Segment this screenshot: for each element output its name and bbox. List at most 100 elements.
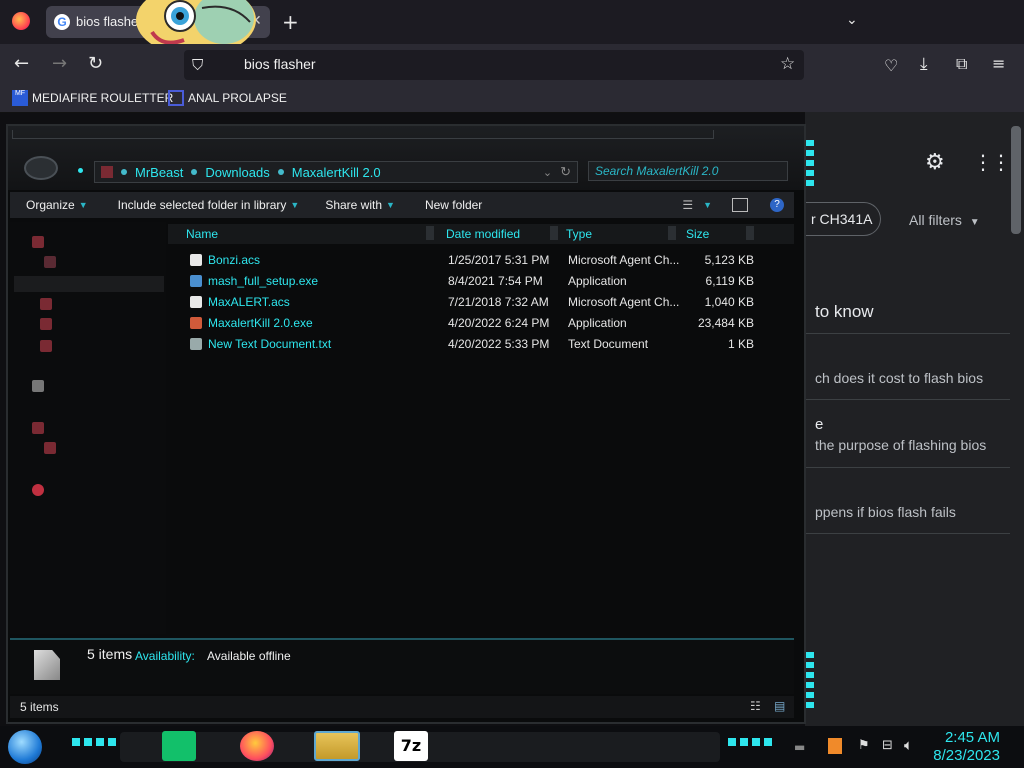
question-purpose[interactable]: the purpose of flashing bios [815, 437, 986, 453]
refresh-icon[interactable]: ↻ [560, 164, 571, 180]
pocket-icon[interactable]: ♡ [884, 56, 898, 75]
include-library-button[interactable]: Include selected folder in library ▼ [118, 198, 300, 212]
column-header: Name Date modified Type Size [168, 224, 794, 244]
nav-item[interactable] [32, 236, 152, 250]
bookmark-page-icon [168, 90, 184, 106]
shield-icon[interactable]: ⛉ [192, 56, 203, 74]
homegroup-icon [32, 380, 44, 392]
column-splitter[interactable] [426, 226, 434, 240]
column-date-modified[interactable]: Date modified [446, 227, 520, 241]
breadcrumb-downloads[interactable]: Downloads [205, 165, 269, 180]
extensions-icon[interactable]: ⧉ [956, 54, 967, 74]
nav-item[interactable] [32, 422, 152, 436]
frame-accent [806, 140, 814, 190]
settings-gear-icon[interactable]: ⚙ [925, 150, 945, 175]
large-icons-view-icon[interactable]: ▤ [774, 699, 785, 713]
mediafire-icon: MF [12, 90, 28, 106]
back-nav-button[interactable] [24, 156, 58, 180]
column-splitter[interactable] [668, 226, 676, 240]
bookmark-star-icon[interactable]: ☆ [780, 54, 795, 74]
file-type: Microsoft Agent Ch... [568, 295, 680, 309]
volume-icon[interactable]: 🔈︎ [904, 736, 913, 754]
tray-show-desktop-icon[interactable]: ▬ [794, 740, 805, 754]
folder-thumbnail-icon [34, 650, 60, 680]
sevenzip-taskbar-icon[interactable]: 7z [394, 731, 428, 761]
search-input[interactable]: Search MaxalertKill 2.0 [588, 161, 788, 181]
tray-app-icon[interactable] [828, 738, 842, 754]
breadcrumb-current-folder[interactable]: MaxalertKill 2.0 [292, 165, 381, 180]
folder-icon [40, 318, 52, 330]
view-options-icon[interactable]: ☰ [682, 198, 693, 212]
file-name: Bonzi.acs [208, 253, 261, 267]
firefox-taskbar-icon[interactable] [240, 731, 274, 761]
breadcrumb-separator [277, 169, 284, 175]
page-scrollbar[interactable] [1011, 126, 1021, 234]
nav-item[interactable] [32, 484, 152, 498]
include-library-label: Include selected folder in library [117, 198, 287, 212]
nav-item[interactable] [40, 318, 160, 332]
file-explorer-taskbar-icon[interactable] [314, 731, 360, 761]
table-row[interactable]: New Text Document.txt 4/20/2022 5:33 PM Te… [184, 334, 774, 355]
table-row[interactable]: MaxalertKill 2.0.exe 4/20/2022 6:24 PM App… [184, 313, 774, 334]
start-orb-icon[interactable] [8, 730, 42, 764]
divider [805, 533, 1010, 534]
text-file-icon [190, 338, 202, 350]
agent-icon [190, 254, 202, 266]
table-row[interactable]: Bonzi.acs 1/25/2017 5:31 PM Microsoft Agen… [184, 250, 774, 271]
breadcrumb-mrbeast[interactable]: MrBeast [135, 165, 183, 180]
chevron-down-icon: ▼ [290, 200, 300, 210]
reload-icon[interactable]: ↻ [88, 53, 103, 74]
nav-item[interactable] [40, 298, 160, 312]
item-count: 5 items [87, 646, 133, 662]
address-breadcrumb[interactable]: MrBeast Downloads MaxalertKill 2.0 ⌄ ↻ [94, 161, 578, 183]
nav-item-selected[interactable] [14, 276, 164, 292]
list-all-tabs-icon[interactable]: ⌄ [846, 12, 858, 28]
file-type: Application [568, 316, 627, 330]
share-with-button[interactable]: Share with ▼ [325, 198, 395, 212]
address-bar[interactable]: ⛉ bios flasher ☆ [184, 50, 804, 80]
column-type[interactable]: Type [566, 227, 592, 241]
column-splitter[interactable] [746, 226, 754, 240]
column-splitter[interactable] [550, 226, 558, 240]
nav-item[interactable] [32, 380, 152, 394]
google-favicon-icon: G [54, 14, 70, 30]
column-name[interactable]: Name [186, 227, 218, 241]
question-fails[interactable]: ppens if bios flash fails [815, 504, 956, 520]
taskbar [0, 726, 1024, 768]
new-folder-button[interactable]: New folder [425, 198, 482, 212]
help-icon[interactable]: ? [770, 198, 784, 212]
action-center-flag-icon[interactable]: ⚑ [858, 738, 870, 753]
notes-app-icon[interactable] [162, 731, 196, 761]
navigation-pane [10, 222, 166, 634]
history-dot-icon[interactable] [78, 168, 83, 173]
nav-item[interactable] [40, 340, 160, 354]
table-row[interactable]: mash_full_setup.exe 8/4/2021 7:54 PM Appli… [184, 271, 774, 292]
details-view-icon[interactable]: ☷ [750, 699, 761, 713]
menu-icon[interactable]: ≡ [992, 54, 1005, 73]
setup-icon [190, 275, 202, 287]
new-tab-button[interactable]: + [282, 10, 299, 34]
back-icon[interactable]: ← [14, 53, 29, 74]
bookmark-mediafire-roulette[interactable]: MF MEDIAFIRE ROULETTER [12, 90, 173, 106]
bookmark-anal-prolapse[interactable]: ANAL PROLAPSE [168, 90, 287, 106]
nav-item[interactable] [44, 442, 164, 456]
column-size[interactable]: Size [686, 227, 709, 241]
forward-icon[interactable]: → [52, 53, 67, 74]
frame-accent [806, 652, 814, 712]
firefox-menu-icon[interactable] [12, 12, 30, 30]
chevron-down-icon[interactable]: ▼ [703, 200, 712, 210]
favorites-icon [32, 236, 44, 248]
agent-icon [190, 296, 202, 308]
network-icon[interactable]: ⊟ [882, 738, 893, 753]
all-filters-button[interactable]: All filters ▼ [909, 212, 980, 228]
organize-button[interactable]: Organize ▼ [26, 198, 88, 212]
chevron-down-icon[interactable]: ⌄ [543, 166, 552, 179]
table-row[interactable]: MaxALERT.acs 7/21/2018 7:32 AM Microsoft A… [184, 292, 774, 313]
nav-item[interactable] [44, 256, 164, 270]
question-cost[interactable]: ch does it cost to flash bios [815, 370, 983, 386]
downloads-icon[interactable]: ⤓ [920, 54, 928, 74]
preview-pane-icon[interactable] [732, 198, 748, 212]
search-chip[interactable]: r CH341A [805, 202, 881, 236]
system-clock[interactable]: 2:45 AM 8/23/2023 [933, 729, 1000, 765]
file-type: Application [568, 274, 627, 288]
